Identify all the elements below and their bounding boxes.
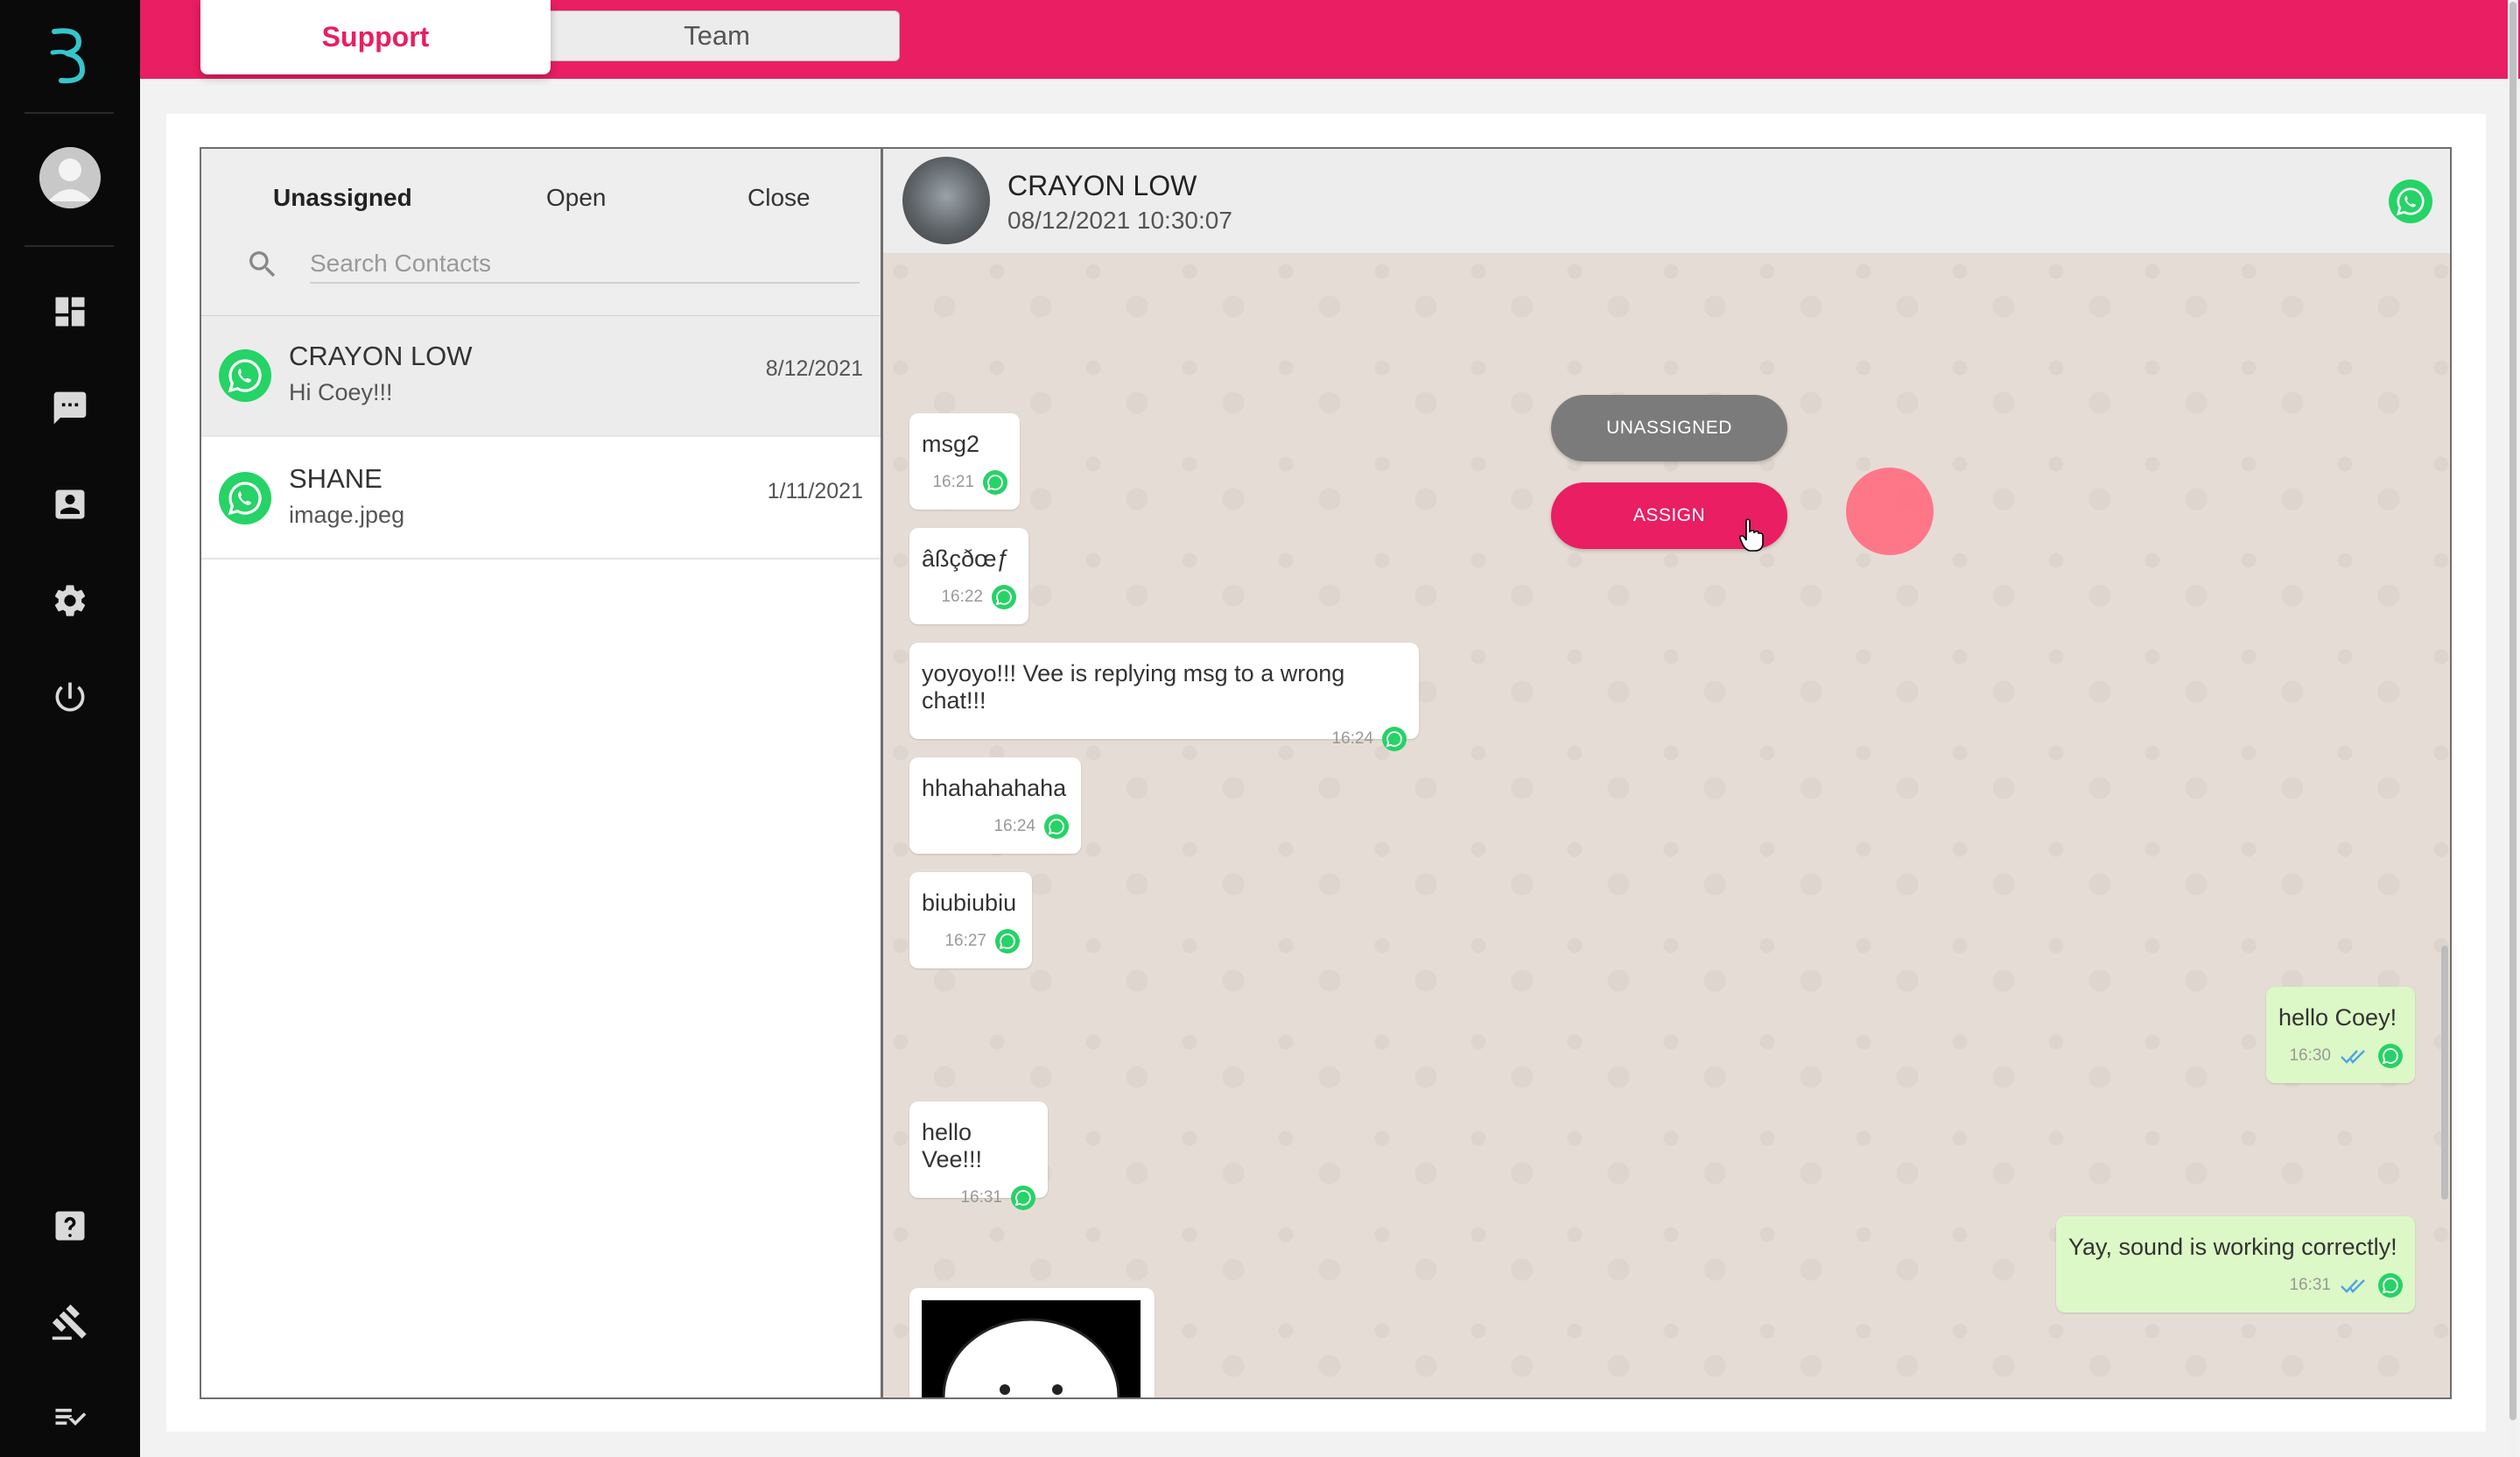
filter-open[interactable]: Open [546,184,607,212]
message-bubble: hhahahahaha 16:24 [909,757,1081,854]
message-time: 16:24 [1331,729,1373,748]
contact-item[interactable]: CRAYON LOW Hi Coey!!! 8/12/2021 [201,316,881,437]
chat-header: CRAYON LOW 08/12/2021 10:30:07 [883,149,2450,254]
page-scrollbar-thumb[interactable] [2509,2,2516,1420]
page-scrollbar[interactable] [2508,0,2518,1457]
message-time: 16:22 [941,588,983,606]
message-bubble: yoyoyo!!! Vee is replying msg to a wrong… [909,643,1419,751]
sticker-image [922,1300,1141,1397]
message-text: Yay, sound is working correctly! [2068,1234,2397,1260]
message-text: hhahahahaha [922,775,1067,801]
message-time: 16:21 [932,473,974,491]
whatsapp-icon [995,929,1020,954]
filter-close[interactable]: Close [748,184,811,212]
chat-contact-name: CRAYON LOW [1007,170,1197,201]
message-time: 16:31 [2289,1276,2331,1294]
unassigned-button[interactable]: UNASSIGNED [1551,395,1787,461]
message-bubble: msg2 16:21 [909,413,1020,510]
settings-icon[interactable] [51,581,89,620]
gavel-icon[interactable] [51,1303,89,1341]
help-icon[interactable] [51,1207,89,1245]
tab-team-label: Team [684,20,750,51]
whatsapp-icon [1044,814,1069,839]
message-bubble: biubiubiu 16:27 [909,872,1032,968]
contact-preview: Hi Coey!!! [289,379,393,405]
hand-cursor-icon [1738,517,1765,553]
whatsapp-icon [983,470,1007,495]
contact-avatar [902,157,990,244]
whatsapp-icon [1011,1186,1035,1210]
chat-scrollbar[interactable] [2441,946,2448,1200]
message-bubble: âßçðœƒ 16:22 [909,528,1028,624]
whatsapp-icon [2378,1273,2403,1298]
message-bubble: hello Vee!!! 16:31 [909,1102,1048,1210]
double-check-icon [2341,1279,2365,1293]
dashboard-icon[interactable] [51,292,89,331]
contact-preview: image.jpeg [289,502,405,528]
contact-date: 8/12/2021 [765,356,863,381]
whatsapp-icon [992,585,1016,609]
tab-support[interactable]: Support [200,0,551,74]
chat-messages[interactable]: msg2 16:21 âßçðœƒ 16:22 yoyoyo!!! Vee is… [883,254,2450,1397]
contact-name: CRAYON LOW [289,341,473,371]
click-ripple [1846,468,1934,555]
power-icon[interactable] [51,678,89,716]
contact-name: SHANE [289,463,383,494]
tab-support-label: Support [321,21,430,53]
message-time: 16:31 [960,1188,1002,1207]
divider [25,245,114,247]
chat-datetime: 08/12/2021 10:30:07 [1007,207,1232,234]
contacts-header: Unassigned Open Close [201,149,881,316]
contacts-panel: Unassigned Open Close CRAYON LOW Hi Coey… [200,147,882,1399]
message-text: yoyoyo!!! Vee is replying msg to a wrong… [922,660,1345,714]
avatar[interactable] [39,147,101,208]
contacts-icon[interactable] [51,485,89,524]
filter-unassigned[interactable]: Unassigned [273,184,412,212]
message-text: msg2 [922,431,980,457]
divider [25,112,114,114]
message-time: 16:24 [993,817,1035,835]
message-bubble: Yay, sound is working correctly! 16:31 [2056,1216,2415,1313]
message-text: hello Coey! [2278,1004,2397,1031]
message-time: 16:27 [944,932,986,950]
search-input[interactable] [310,245,860,284]
tab-team[interactable]: Team [534,11,900,61]
message-text: hello Vee!!! [922,1119,983,1172]
sidebar [0,0,140,1457]
checklist-icon[interactable] [51,1397,89,1436]
sticker-message [909,1288,1155,1397]
chat-panel: CRAYON LOW 08/12/2021 10:30:07 msg2 16:2… [881,147,2452,1399]
whatsapp-icon [219,349,271,402]
whatsapp-icon [219,472,271,524]
logo-icon[interactable] [44,25,96,86]
whatsapp-icon [2378,1044,2403,1068]
double-check-icon [2341,1050,2365,1064]
message-text: biubiubiu [922,890,1017,916]
whatsapp-icon [2389,179,2432,223]
message-bubble: hello Coey! 16:30 [2266,987,2415,1083]
message-text: âßçðœƒ [922,545,1010,572]
search-icon [245,247,280,282]
contact-date: 1/11/2021 [767,479,863,503]
contact-item[interactable]: SHANE image.jpeg 1/11/2021 [201,439,881,560]
chat-icon[interactable] [51,389,89,427]
message-time: 16:30 [2289,1046,2331,1065]
whatsapp-icon [1382,727,1407,751]
